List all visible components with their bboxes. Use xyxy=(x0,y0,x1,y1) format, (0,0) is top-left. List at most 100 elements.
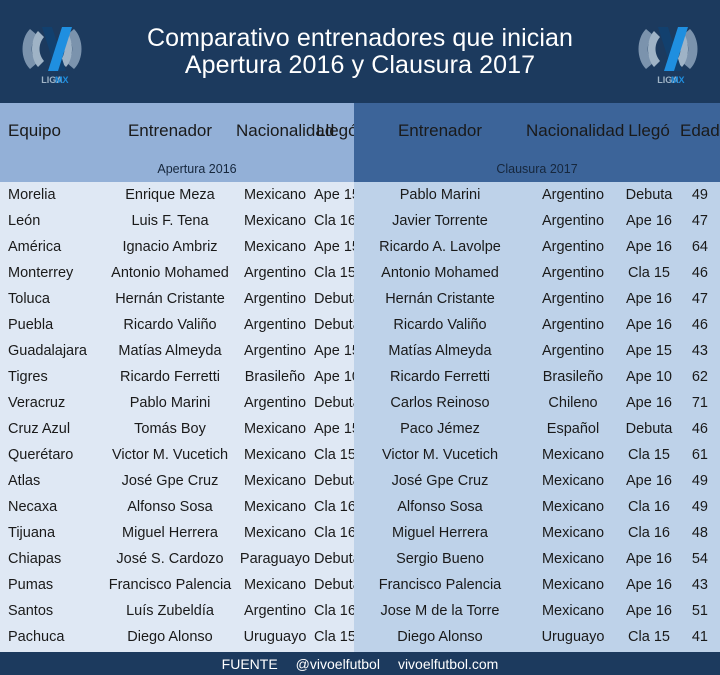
cell-edad: 49 xyxy=(691,187,708,203)
table-row[interactable]: Cruz Azul Tomás Boy Mexicano Ape 15 xyxy=(0,416,354,442)
cell-nacionalidad: Argentino xyxy=(243,265,307,281)
footer-website[interactable]: vivoelfutbol.com xyxy=(398,656,498,672)
cell-nacionalidad: Argentino xyxy=(541,343,605,359)
table-row[interactable]: Santos Luís Zubeldía Argentino Cla 16 xyxy=(0,598,354,624)
table-row[interactable]: América Ignacio Ambriz Mexicano Ape 15 xyxy=(0,234,354,260)
cell-equipo: Toluca xyxy=(8,291,50,307)
cell-edad: 46 xyxy=(691,421,708,437)
table-row[interactable]: Monterrey Antonio Mohamed Argentino Cla 15 xyxy=(0,260,354,286)
cell-edad: 47 xyxy=(691,213,708,229)
table-row[interactable]: Francisco Palencia Mexicano Ape 16 43 xyxy=(354,572,720,598)
cell-nacionalidad: Mexicano xyxy=(541,551,605,567)
column-header-llego[interactable]: Llegó xyxy=(620,121,678,141)
table-row[interactable]: Jose M de la Torre Mexicano Ape 16 51 xyxy=(354,598,720,624)
table-row[interactable]: Atlas José Gpe Cruz Mexicano Debuta xyxy=(0,468,354,494)
cell-entrenador: Carlos Reinoso xyxy=(390,395,490,411)
page-title: Comparativo entrenadores que inician Ape… xyxy=(88,25,632,78)
table-row[interactable]: Diego Alonso Uruguayo Cla 15 41 xyxy=(354,624,720,650)
cell-nacionalidad: Argentino xyxy=(541,265,605,281)
column-header-edad[interactable]: Edad xyxy=(678,121,720,141)
table-row[interactable]: Chiapas José S. Cardozo ParaguayoDebuta xyxy=(0,546,354,572)
table-row[interactable]: Hernán Cristante Argentino Ape 16 47 xyxy=(354,286,720,312)
cell-llego: Debuta xyxy=(314,291,354,307)
table-row[interactable]: José Gpe Cruz Mexicano Ape 16 49 xyxy=(354,468,720,494)
table-row[interactable]: Pachuca Diego Alonso Uruguayo Cla 15 xyxy=(0,624,354,650)
cell-entrenador: Sergio Bueno xyxy=(396,551,484,567)
table-row[interactable]: Tigres Ricardo Ferretti Brasileño Ape 10 xyxy=(0,364,354,390)
cell-entrenador: José Gpe Cruz xyxy=(121,473,219,489)
cell-entrenador: Alfonso Sosa xyxy=(397,499,483,515)
table-row[interactable]: Sergio Bueno Mexicano Ape 16 54 xyxy=(354,546,720,572)
cell-equipo: León xyxy=(8,213,41,229)
table-row[interactable]: Ricardo A. Lavolpe Argentino Ape 16 64 xyxy=(354,234,720,260)
table-row[interactable]: Antonio Mohamed Argentino Cla 15 46 xyxy=(354,260,720,286)
cell-llego: Ape 16 xyxy=(626,239,672,255)
cell-llego: Debuta xyxy=(314,577,354,593)
liga-mx-logo-right: LIGA MX xyxy=(632,13,704,91)
table-row[interactable]: Toluca Hernán Cristante Argentino Debuta xyxy=(0,286,354,312)
column-header-entrenador[interactable]: Entrenador xyxy=(354,121,526,141)
table-row[interactable]: Guadalajara Matías Almeyda Argentino Ape 15 xyxy=(0,338,354,364)
cell-entrenador: Pablo Marini xyxy=(399,187,481,203)
table-row[interactable]: Morelia Enrique Meza Mexicano Ape 15 xyxy=(0,182,354,208)
column-header-equipo[interactable]: Equipo xyxy=(0,121,104,141)
cell-equipo: Pachuca xyxy=(8,629,65,645)
cell-equipo: Veracruz xyxy=(8,395,66,411)
cell-llego: Ape 10 xyxy=(314,369,354,385)
cell-equipo: Tigres xyxy=(8,369,48,385)
table-row[interactable]: Ricardo Ferretti Brasileño Ape 10 62 xyxy=(354,364,720,390)
table-row[interactable]: Puebla Ricardo Valiño Argentino Debuta xyxy=(0,312,354,338)
table-row[interactable]: Victor M. Vucetich Mexicano Cla 15 61 xyxy=(354,442,720,468)
table-row[interactable]: Tijuana Miguel Herrera Mexicano Cla 16 xyxy=(0,520,354,546)
cell-equipo: América xyxy=(8,239,62,255)
table-row[interactable]: Pablo Marini Argentino Debuta 49 xyxy=(354,182,720,208)
cell-edad: 51 xyxy=(691,603,708,619)
cell-entrenador: Ricardo A. Lavolpe xyxy=(379,239,501,255)
clausura-subtitle: Clausura 2017 xyxy=(496,162,578,176)
cell-entrenador: Luis F. Tena xyxy=(131,213,209,229)
cell-llego: Cla 15 xyxy=(314,447,354,463)
table-row[interactable]: Javier Torrente Argentino Ape 16 47 xyxy=(354,208,720,234)
cell-llego: Ape 16 xyxy=(626,395,672,411)
table-row[interactable]: Querétaro Victor M. Vucetich Mexicano Cla 1… xyxy=(0,442,354,468)
cell-equipo: Necaxa xyxy=(8,499,58,515)
cell-equipo: Atlas xyxy=(8,473,41,489)
cell-nacionalidad: Mexicano xyxy=(541,447,605,463)
cell-entrenador: Miguel Herrera xyxy=(392,525,488,541)
cell-entrenador: José Gpe Cruz xyxy=(391,473,489,489)
table-row[interactable]: Ricardo Valiño Argentino Ape 16 46 xyxy=(354,312,720,338)
cell-equipo: Puebla xyxy=(8,317,54,333)
table-row[interactable]: León Luis F. Tena Mexicano Cla 16 xyxy=(0,208,354,234)
cell-entrenador: Jose M de la Torre xyxy=(380,603,500,619)
cell-nacionalidad: Brasileño xyxy=(542,369,604,385)
table-row[interactable]: Alfonso Sosa Mexicano Cla 16 49 xyxy=(354,494,720,520)
cell-llego: Cla 16 xyxy=(314,213,354,229)
table-row[interactable]: Veracruz Pablo Marini Argentino Debuta xyxy=(0,390,354,416)
apertura-column-headers: Equipo Entrenador Nacionalidad Llegó xyxy=(0,103,358,151)
comparison-table: Equipo Entrenador Nacionalidad Llegó Ape… xyxy=(0,103,720,652)
cell-edad: 49 xyxy=(691,473,708,489)
apertura-header: Equipo Entrenador Nacionalidad Llegó Ape… xyxy=(0,103,358,182)
column-header-entrenador[interactable]: Entrenador xyxy=(104,121,236,141)
table-row[interactable]: Necaxa Alfonso Sosa Mexicano Cla 16 xyxy=(0,494,354,520)
cell-nacionalidad: Mexicano xyxy=(243,213,307,229)
column-header-nacionalidad[interactable]: Nacionalidad xyxy=(236,121,334,141)
cell-llego: Ape 15 xyxy=(314,187,354,203)
table-row[interactable]: Pumas Francisco Palencia Mexicano Debuta xyxy=(0,572,354,598)
cell-entrenador: Hernán Cristante xyxy=(115,291,225,307)
cell-edad: 47 xyxy=(691,291,708,307)
cell-nacionalidad: Chileno xyxy=(548,395,598,411)
table-row[interactable]: Paco Jémez Español Debuta 46 xyxy=(354,416,720,442)
table-row[interactable]: Miguel Herrera Mexicano Cla 16 48 xyxy=(354,520,720,546)
column-header-nacionalidad[interactable]: Nacionalidad xyxy=(526,121,624,141)
table-row[interactable]: Carlos Reinoso Chileno Ape 16 71 xyxy=(354,390,720,416)
cell-llego: Cla 16 xyxy=(314,603,354,619)
cell-equipo: Guadalajara xyxy=(8,343,87,359)
footer-twitter-handle[interactable]: @vivoelfutbol xyxy=(296,656,380,672)
cell-llego: Debuta xyxy=(625,421,673,437)
column-header-llego[interactable]: Llegó xyxy=(314,121,358,141)
table-row[interactable]: Matías Almeyda Argentino Ape 15 43 xyxy=(354,338,720,364)
title-line-1: Comparativo entrenadores que inician xyxy=(146,24,574,52)
cell-entrenador: Antonio Mohamed xyxy=(111,265,229,281)
cell-entrenador: Francisco Palencia xyxy=(378,577,502,593)
